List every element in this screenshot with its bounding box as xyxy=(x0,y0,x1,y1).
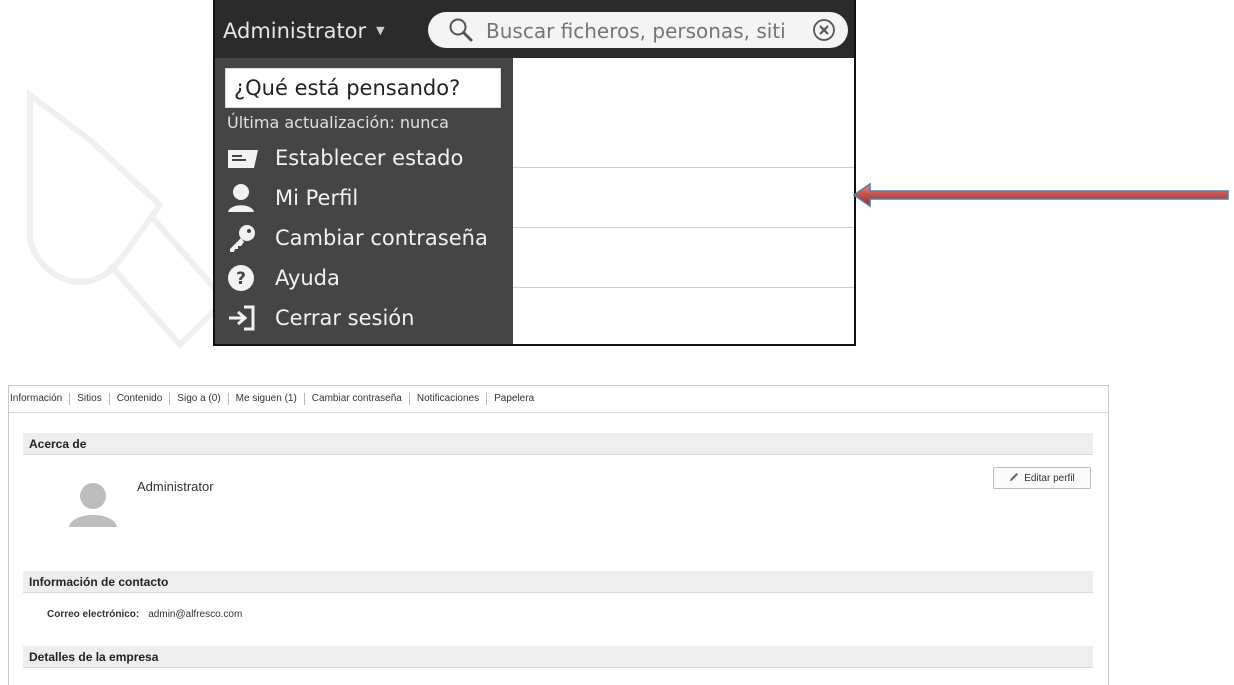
status-card-icon xyxy=(227,143,261,173)
tab-notifications[interactable]: Notificaciones xyxy=(410,393,488,405)
email-row: Correo electrónico: admin@alfresco.com xyxy=(47,609,242,620)
svg-text:?: ? xyxy=(236,269,246,289)
key-icon xyxy=(227,223,261,253)
user-icon xyxy=(227,183,261,213)
annotation-arrow xyxy=(852,182,1229,208)
menu-item-label: Cerrar sesión xyxy=(275,306,415,330)
user-name: Administrator xyxy=(223,19,367,43)
user-dropdown-menu: ¿Qué está pensando? Última actualización… xyxy=(215,58,513,344)
tab-sites[interactable]: Sitios xyxy=(70,393,110,405)
edit-profile-button[interactable]: Editar perfil xyxy=(993,467,1091,489)
email-label: Correo electrónico: xyxy=(47,609,140,620)
search-icon xyxy=(448,17,474,48)
tab-trashcan[interactable]: Papelera xyxy=(487,393,541,405)
divider xyxy=(513,287,854,288)
divider xyxy=(513,227,854,228)
section-contact: Información de contacto xyxy=(23,571,1093,593)
edit-profile-label: Editar perfil xyxy=(1024,472,1075,484)
logout-icon xyxy=(227,303,261,333)
user-menu-screenshot: Administrator ▼ ¿Qué está pensando? Últim… xyxy=(213,0,856,346)
search-input[interactable] xyxy=(486,19,806,43)
section-company: Detalles de la empresa xyxy=(23,646,1093,668)
status-input[interactable]: ¿Qué está pensando? xyxy=(225,68,501,108)
tab-followers[interactable]: Me siguen (1) xyxy=(229,393,305,405)
header-bar: Administrator ▼ xyxy=(215,0,854,58)
profile-screenshot: Información Sitios Contenido Sigo a (0) … xyxy=(8,385,1109,685)
avatar xyxy=(69,483,117,527)
help-icon: ? xyxy=(227,263,261,293)
profile-tabs: Información Sitios Contenido Sigo a (0) … xyxy=(9,386,1108,413)
tab-following[interactable]: Sigo a (0) xyxy=(170,393,229,405)
user-menu-trigger[interactable]: Administrator ▼ xyxy=(223,19,385,43)
menu-item-label: Mi Perfil xyxy=(275,186,359,210)
menu-item-label: Establecer estado xyxy=(275,146,464,170)
email-value: admin@alfresco.com xyxy=(148,609,243,620)
tab-information[interactable]: Información xyxy=(9,393,71,405)
clear-search-icon[interactable] xyxy=(812,18,836,47)
last-update-text: Última actualización: nunca xyxy=(227,113,449,132)
menu-item-label: Cambiar contraseña xyxy=(275,226,488,250)
divider xyxy=(513,167,854,168)
caret-down-icon: ▼ xyxy=(376,24,385,37)
menu-item-logout[interactable]: Cerrar sesión xyxy=(227,300,414,336)
menu-item-label: Ayuda xyxy=(275,266,340,290)
tab-change-password[interactable]: Cambiar contraseña xyxy=(305,393,410,405)
menu-item-set-status[interactable]: Establecer estado xyxy=(227,140,463,176)
section-about: Acerca de xyxy=(23,433,1093,455)
tab-content[interactable]: Contenido xyxy=(110,393,171,405)
search-box[interactable] xyxy=(428,12,848,48)
pencil-icon xyxy=(1009,472,1019,485)
menu-item-change-password[interactable]: Cambiar contraseña xyxy=(227,220,488,256)
profile-name: Administrator xyxy=(137,479,214,494)
page-background xyxy=(513,58,854,344)
menu-item-my-profile[interactable]: Mi Perfil xyxy=(227,180,358,216)
menu-item-help[interactable]: ? Ayuda xyxy=(227,260,340,296)
